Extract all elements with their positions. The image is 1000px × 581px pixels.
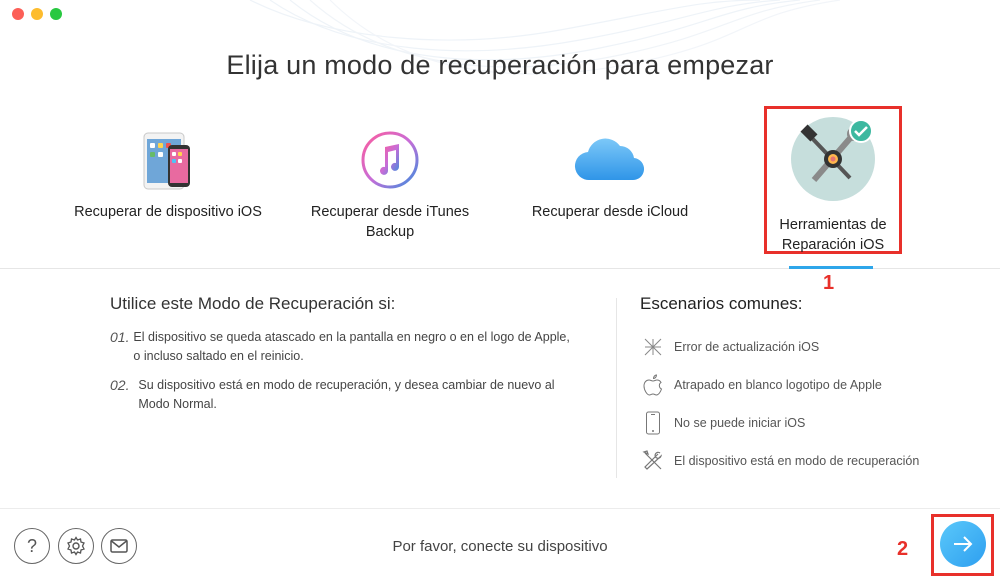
step-number: 01. xyxy=(110,329,130,345)
footer-divider xyxy=(0,508,1000,509)
step-number: 02. xyxy=(110,377,130,393)
step-text: Su dispositivo está en modo de recuperac… xyxy=(138,378,555,411)
mode-recover-ios-device[interactable]: Recuperar de dispositivo iOS xyxy=(68,120,268,222)
apple-logo-icon xyxy=(640,372,666,398)
repair-tools-icon xyxy=(767,117,899,201)
scenario-text: El dispositivo está en modo de recuperac… xyxy=(674,454,920,468)
usage-step: 02. Su dispositivo está en modo de recup… xyxy=(110,376,580,414)
mail-icon xyxy=(110,539,128,553)
arrow-right-icon xyxy=(954,536,973,552)
usage-section: Utilice este Modo de Recuperación si: 01… xyxy=(110,294,580,424)
icloud-icon xyxy=(510,120,710,200)
step-text: El dispositivo se queda atascado en la p… xyxy=(133,330,570,363)
scenario-item: No se puede iniciar iOS xyxy=(640,404,960,442)
scenarios-heading: Escenarios comunes: xyxy=(640,294,803,313)
scenario-text: Atrapado en blanco logotipo de Apple xyxy=(674,378,882,392)
close-window-button[interactable] xyxy=(12,8,24,20)
settings-button[interactable] xyxy=(58,528,94,564)
ios-devices-icon xyxy=(68,120,268,200)
status-message: Por favor, conecte su dispositivo xyxy=(392,538,608,555)
help-icon: ? xyxy=(26,535,37,556)
mode-label: Herramientas de Reparación iOS xyxy=(779,217,887,253)
feedback-button[interactable] xyxy=(101,528,137,564)
window-controls xyxy=(12,8,62,20)
mode-label: Recuperar de dispositivo iOS xyxy=(74,204,262,220)
column-separator xyxy=(616,298,617,478)
scenario-item: El dispositivo está en modo de recuperac… xyxy=(640,442,960,480)
scenarios-section: Escenarios comunes: Error de actualizaci… xyxy=(640,294,960,480)
gear-icon xyxy=(67,536,85,556)
mode-label: Recuperar desde iTunes Backup xyxy=(310,204,470,240)
scenario-item: Atrapado en blanco logotipo de Apple xyxy=(640,366,960,404)
app-window: Elija un modo de recuperación para empez… xyxy=(0,0,1000,581)
maximize-window-button[interactable] xyxy=(50,8,62,20)
update-error-icon xyxy=(640,334,666,360)
selected-mode-indicator xyxy=(789,266,873,269)
scenario-item: Error de actualización iOS xyxy=(640,328,960,366)
minimize-window-button[interactable] xyxy=(31,8,43,20)
help-button[interactable]: ? xyxy=(14,528,50,564)
itunes-icon xyxy=(290,120,490,200)
scenario-text: Error de actualización iOS xyxy=(674,340,820,354)
usage-heading: Utilice este Modo de Recuperación si: xyxy=(110,294,396,313)
callout-1: 1 xyxy=(823,272,835,294)
scenario-text: No se puede iniciar iOS xyxy=(674,416,806,430)
next-button[interactable] xyxy=(940,521,986,567)
mode-recover-itunes-backup[interactable]: Recuperar desde iTunes Backup xyxy=(290,120,490,242)
callout-2: 2 xyxy=(897,538,909,560)
mode-recover-icloud[interactable]: Recuperar desde iCloud xyxy=(510,120,710,222)
mode-ios-repair-tools[interactable]: Herramientas de Reparación iOS xyxy=(764,106,902,254)
usage-step: 01. El dispositivo se queda atascado en … xyxy=(110,328,580,366)
tools-icon xyxy=(640,448,666,474)
phone-icon xyxy=(640,410,666,436)
mode-label: Recuperar desde iCloud xyxy=(531,204,689,220)
page-title: Elija un modo de recuperación para empez… xyxy=(226,50,774,80)
